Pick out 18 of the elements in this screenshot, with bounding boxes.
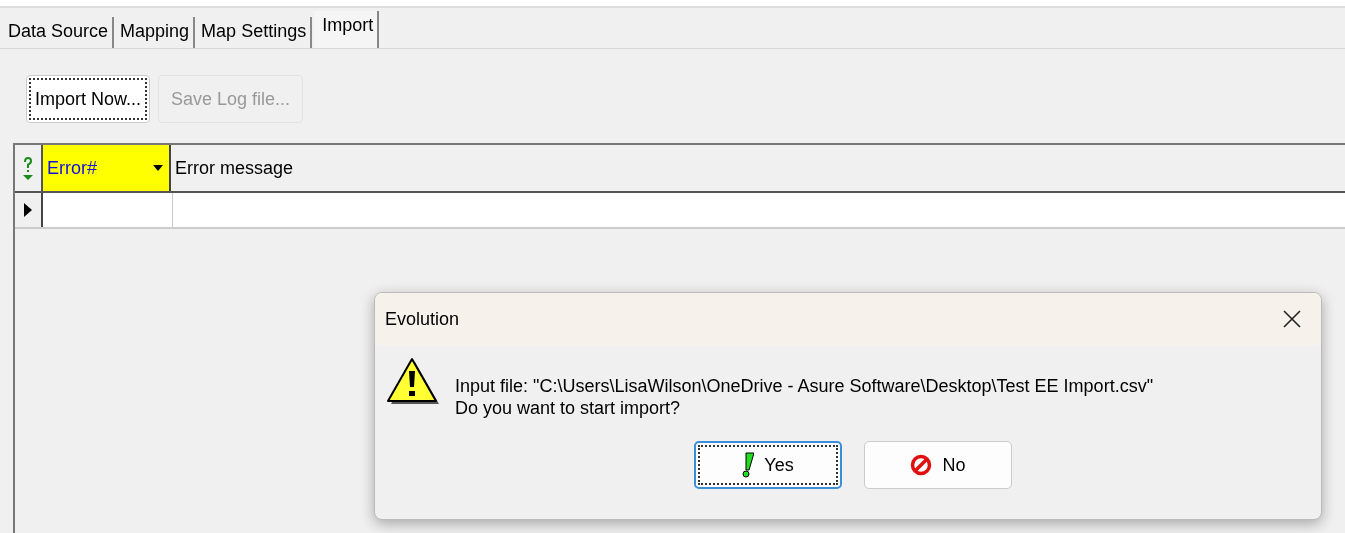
close-icon[interactable] — [1283, 310, 1301, 328]
warning-icon — [385, 355, 441, 407]
tab[interactable]: Import — [314, 11, 380, 48]
dialog-title: Evolution — [385, 308, 460, 330]
question-filter-icon[interactable] — [21, 155, 35, 181]
column-header[interactable]: Error message — [171, 145, 1345, 191]
prohibited-icon — [910, 454, 933, 476]
dialog-message: Do you want to start import? — [455, 397, 682, 419]
dropdown-caret-icon[interactable] — [153, 165, 163, 171]
exclamation-icon — [742, 452, 755, 478]
column-header[interactable]: Error# — [43, 145, 171, 191]
toolbar-button[interactable]: Import Now... — [26, 75, 151, 123]
tab[interactable]: Data Source — [4, 17, 115, 48]
yes-button[interactable]: Yes — [694, 441, 842, 489]
dialog-message: Input file: "C:\Users\LisaWilson\OneDrive - Asure Software\Desktop\Test EE Import.csv" — [455, 375, 1154, 397]
tab[interactable]: Mapping — [116, 17, 196, 48]
no-button[interactable]: No — [864, 441, 1012, 489]
tab[interactable]: Map Settings — [197, 17, 313, 48]
